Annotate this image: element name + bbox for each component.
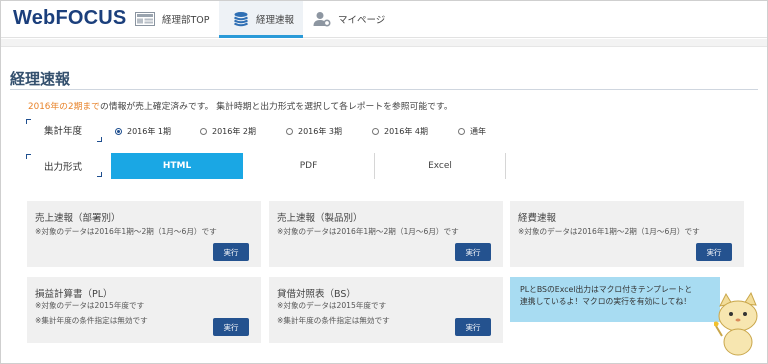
radio-icon: [372, 128, 379, 135]
report-note: ※集計年度の条件指定は無効です: [35, 316, 148, 325]
radio-label: 通年: [470, 127, 486, 136]
intro-rest: の情報が売上確定済みです。 集計時期と出力形式を選択して各レポートを参照可能です…: [99, 102, 453, 112]
macro-notice: PLとBSのExcel出力はマクロ付きテンプレートと 連携しているよ！マクロの実…: [510, 277, 720, 322]
page-title: 経理速報: [10, 70, 71, 88]
radio-selected-icon: [115, 128, 122, 135]
radio-icon: [458, 128, 465, 135]
intro-text: 2016年の2期までの情報が売上確定済みです。 集計時期と出力形式を選択して各レ…: [28, 99, 453, 112]
period-radio-3[interactable]: 2016年 3期: [286, 126, 342, 137]
run-button[interactable]: 実行: [455, 318, 491, 336]
header-strip: [1, 39, 767, 47]
bracket-corner: [26, 119, 31, 124]
radio-icon: [200, 128, 207, 135]
report-note: ※対象のデータは2016年1期～2期（1月～6月）です: [277, 227, 459, 236]
nav-item-top[interactable]: 経理部TOP: [135, 1, 217, 37]
report-card-expenses: 経費速報 ※対象のデータは2016年1期～2期（1月～6月）です 実行: [510, 201, 744, 267]
report-title: 貸借対照表（BS）: [277, 289, 356, 300]
radio-label: 2016年 1期: [127, 127, 171, 136]
format-pdf-button[interactable]: PDF: [243, 153, 374, 179]
segment-divider: [505, 153, 506, 179]
report-card-pl: 損益計算書（PL） ※対象のデータは2015年度です ※集計年度の条件指定は無効…: [27, 277, 261, 343]
report-title: 経費速報: [518, 213, 557, 224]
run-button[interactable]: 実行: [213, 243, 249, 261]
user-gear-icon: [313, 11, 331, 27]
bracket-corner: [97, 137, 102, 142]
app-logo[interactable]: WebFOCUS: [13, 7, 126, 30]
report-note: ※対象のデータは2016年1期～2期（1月～6月）です: [518, 227, 700, 236]
period-radio-4[interactable]: 2016年 4期: [372, 126, 428, 137]
nav-item-label: 経理速報: [256, 15, 295, 26]
run-button[interactable]: 実行: [455, 243, 491, 261]
period-label: 集計年度: [44, 126, 83, 137]
nav-item-label: マイページ: [338, 15, 386, 26]
nav-item-mypage[interactable]: マイページ: [313, 1, 403, 37]
format-label: 出力形式: [44, 162, 83, 173]
report-note: ※対象のデータは2016年1期～2期（1月～6月）です: [35, 227, 217, 236]
nav-item-report[interactable]: 経理速報: [219, 1, 303, 38]
period-radio-full-year[interactable]: 通年: [458, 126, 486, 137]
report-title: 損益計算書（PL）: [35, 289, 113, 300]
bracket-corner: [26, 154, 31, 159]
format-excel-button[interactable]: Excel: [375, 153, 505, 179]
dashboard-icon: [135, 12, 155, 26]
radio-label: 2016年 2期: [212, 127, 256, 136]
report-card-sales-by-dept: 売上速報（部署別） ※対象のデータは2016年1期～2期（1月～6月）です 実行: [27, 201, 261, 267]
report-note: ※対象のデータは2015年度です: [35, 301, 145, 310]
notice-line: 連携しているよ！マクロの実行を有効にしてね！: [520, 297, 692, 307]
format-html-button[interactable]: HTML: [111, 153, 243, 179]
nav-item-label: 経理部TOP: [162, 15, 210, 26]
bracket-corner: [97, 172, 102, 177]
period-radio-2[interactable]: 2016年 2期: [200, 126, 256, 137]
mascot-character-icon: [713, 291, 762, 362]
top-header: WebFOCUS 経理部TOP 経理速報 マイページ: [1, 1, 767, 38]
coins-stack-icon: [233, 11, 249, 27]
run-button[interactable]: 実行: [213, 318, 249, 336]
radio-label: 2016年 3期: [298, 127, 342, 136]
title-divider: [10, 89, 758, 90]
report-card-sales-by-product: 売上速報（製品別） ※対象のデータは2016年1期～2期（1月～6月）です 実行: [269, 201, 503, 267]
run-button[interactable]: 実行: [696, 243, 732, 261]
report-card-bs: 貸借対照表（BS） ※対象のデータは2015年度です ※集計年度の条件指定は無効…: [269, 277, 503, 343]
notice-line: PLとBSのExcel出力はマクロ付きテンプレートと: [520, 285, 693, 294]
period-radio-1[interactable]: 2016年 1期: [115, 126, 171, 137]
report-title: 売上速報（部署別）: [35, 213, 121, 224]
report-note: ※対象のデータは2015年度です: [277, 301, 387, 310]
report-note: ※集計年度の条件指定は無効です: [277, 316, 390, 325]
report-title: 売上速報（製品別）: [277, 213, 363, 224]
radio-icon: [286, 128, 293, 135]
intro-highlight: 2016年の2期まで: [28, 102, 100, 112]
radio-label: 2016年 4期: [384, 127, 428, 136]
